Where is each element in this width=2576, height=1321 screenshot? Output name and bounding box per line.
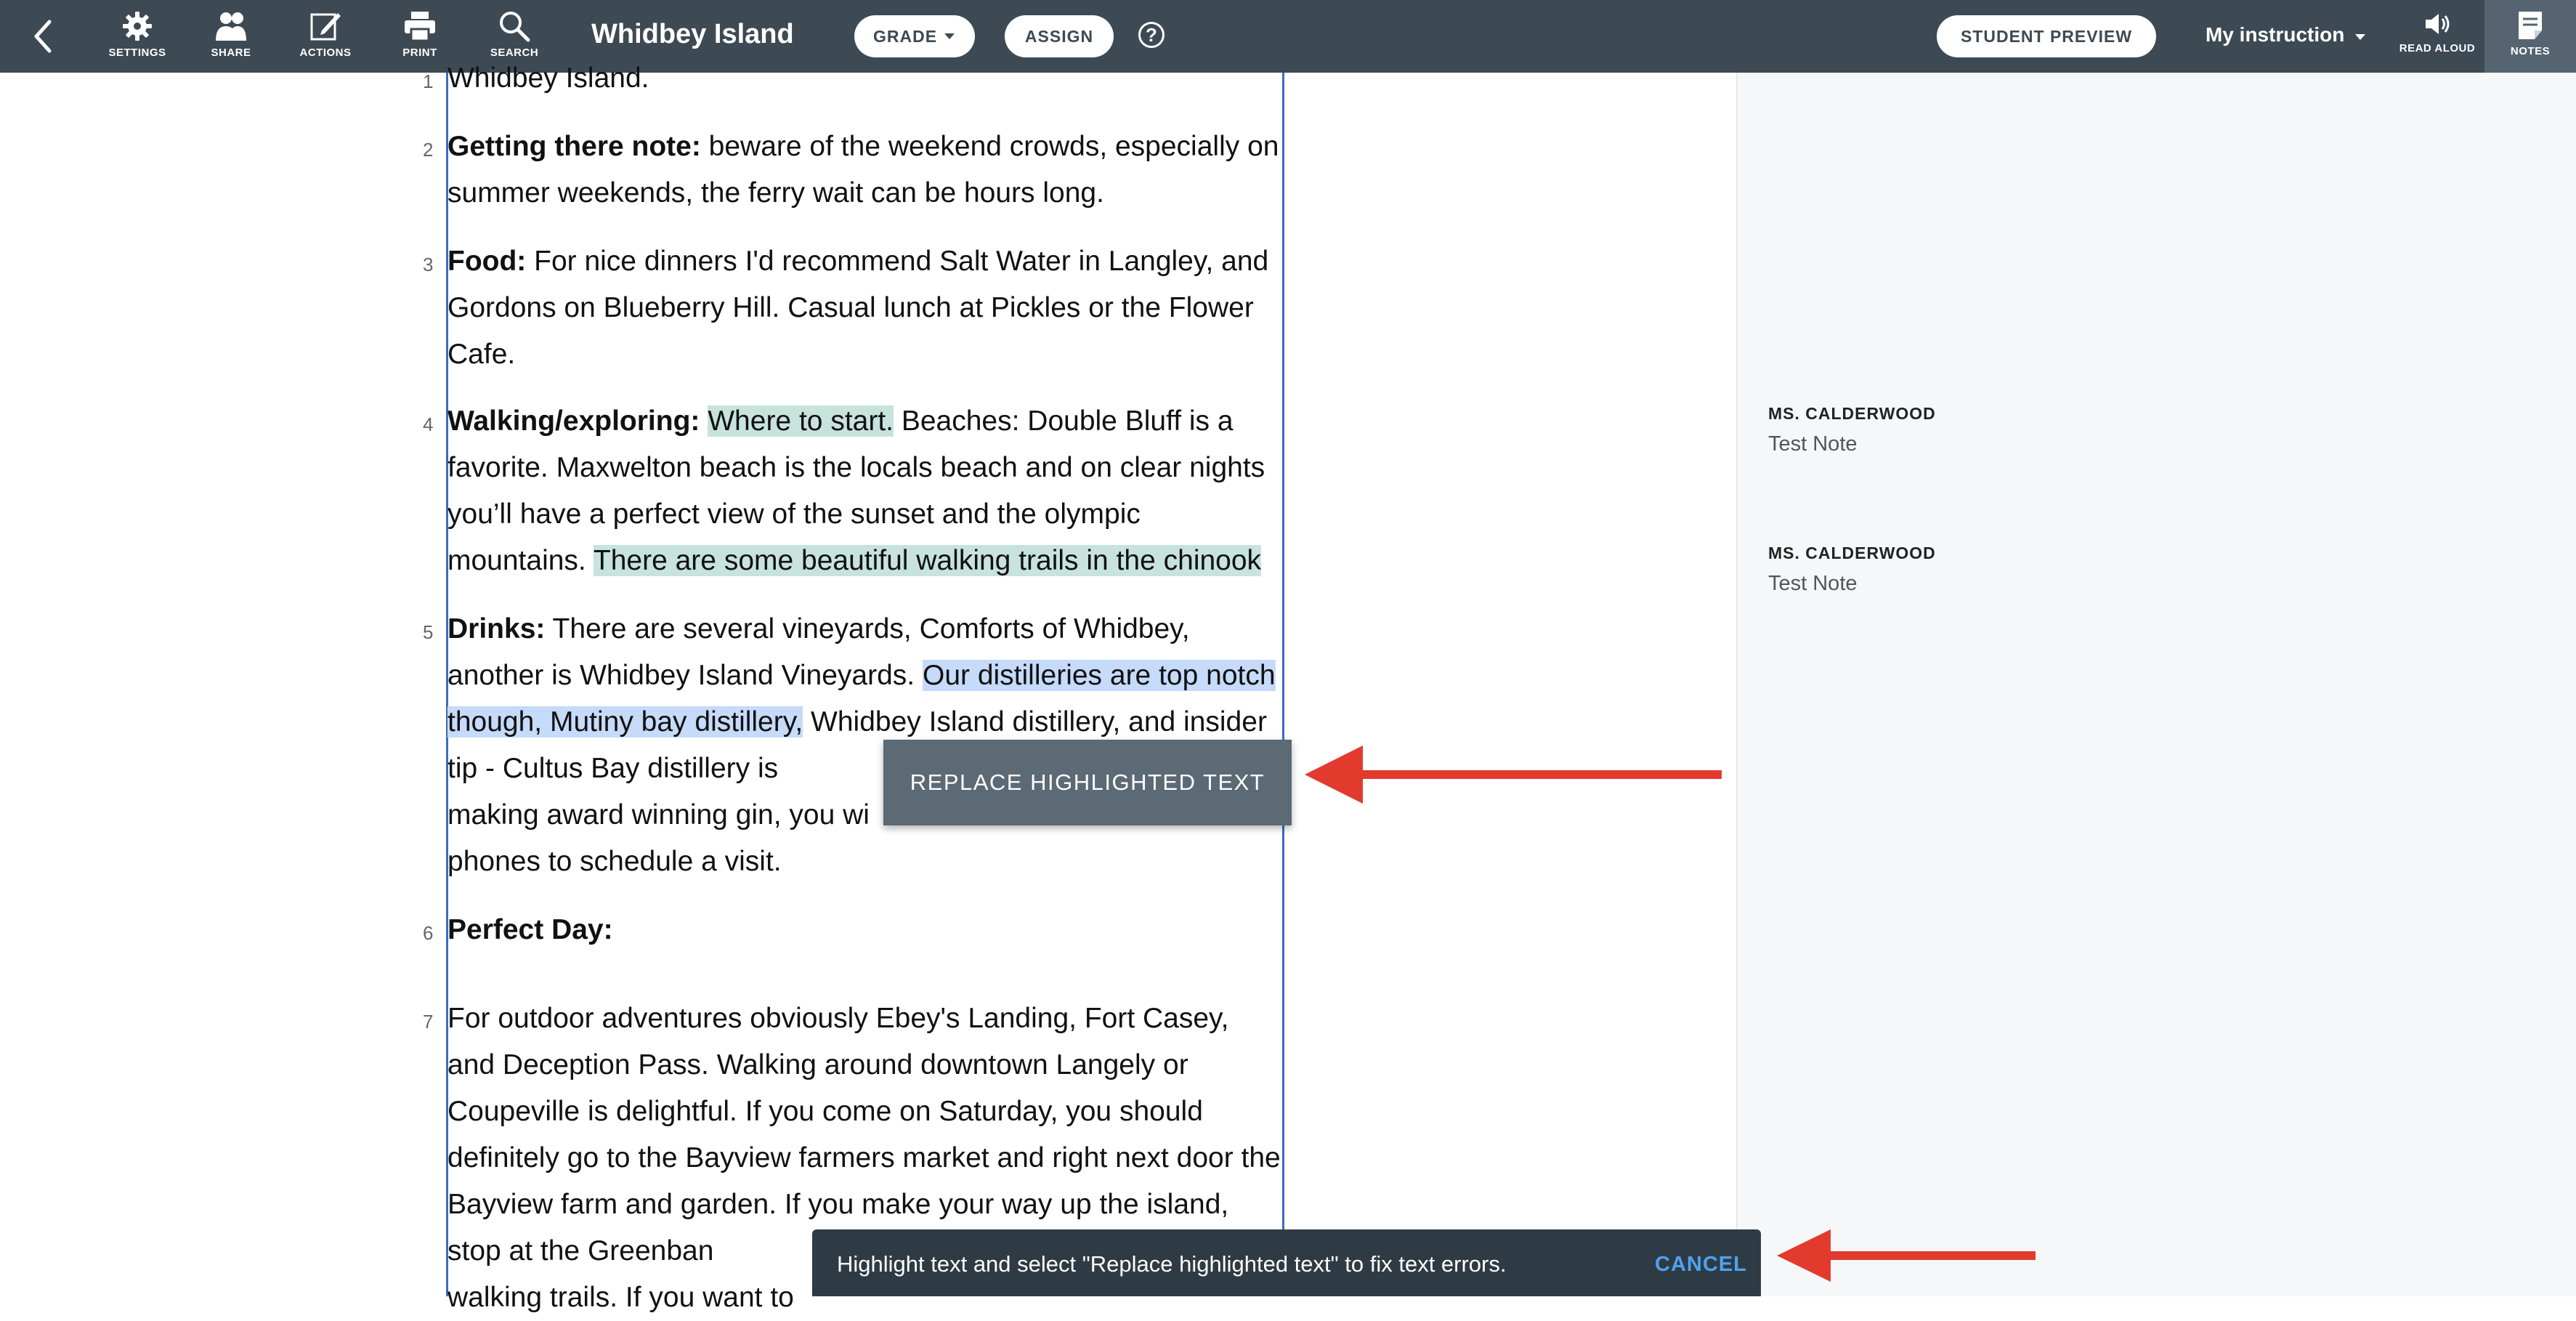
note-author: MS. CALDERWOOD — [1768, 544, 1936, 562]
grade-label: GRADE — [872, 26, 938, 46]
paragraph-heading: Perfect Day: — [447, 914, 613, 945]
replace-highlighted-text-button[interactable]: REPLACE HIGHLIGHTED TEXT — [883, 740, 1292, 825]
green-highlight[interactable]: There are some beautiful walking trails … — [593, 545, 1262, 576]
chevron-left-icon — [34, 20, 52, 53]
note-author: MS. CALDERWOOD — [1768, 404, 1936, 423]
paragraph-heading: Food: — [447, 246, 527, 277]
cancel-button[interactable]: CANCEL — [1655, 1253, 1747, 1277]
line-number: 3 — [423, 254, 434, 275]
line-number: 5 — [423, 621, 434, 643]
note-item[interactable]: MS. CALDERWOOD Test Note — [1768, 544, 1936, 596]
paragraph-6[interactable]: 6 Perfect Day: — [423, 907, 1283, 953]
snackbar-message: Highlight text and select "Replace highl… — [837, 1251, 1507, 1277]
instruction-label: My instruction — [2206, 23, 2345, 46]
back-button[interactable] — [26, 16, 62, 57]
speaker-icon — [2426, 14, 2450, 34]
paragraph-text: making award winning gin, you wi — [447, 799, 870, 831]
settings-label: SETTINGS — [108, 47, 166, 59]
green-highlight[interactable]: Where to start. — [708, 405, 894, 437]
document-title: Whidbey Island — [591, 19, 794, 49]
help-icon: ? — [1146, 23, 1157, 46]
notes-panel — [1736, 73, 2576, 1296]
share-label: SHARE — [211, 47, 251, 59]
paragraph-text: walking trails. If you want to — [447, 1282, 794, 1313]
notes-label: NOTES — [2510, 45, 2551, 57]
paragraph-3[interactable]: 3 Food: For nice dinners I'd recommend Sa… — [423, 238, 1283, 378]
help-button[interactable]: ? — [1138, 22, 1165, 48]
note-text: Test Note — [1768, 572, 1858, 595]
edit-icon — [310, 13, 341, 41]
snackbar: Highlight text and select "Replace highl… — [812, 1229, 1761, 1296]
grade-dropdown[interactable]: GRADE — [854, 15, 975, 57]
notes-button[interactable]: NOTES — [2490, 7, 2570, 65]
caret-down-icon — [2355, 34, 2366, 40]
caret-down-icon — [944, 33, 955, 39]
paragraph-heading: Getting there note: — [447, 131, 701, 162]
assign-label: ASSIGN — [1024, 26, 1094, 46]
paragraph-text: Whidbey Island. — [447, 62, 649, 94]
paragraph-1[interactable]: 1 Whidbey Island. — [423, 55, 1283, 102]
note-item[interactable]: MS. CALDERWOOD Test Note — [1768, 404, 1936, 456]
replace-label: REPLACE HIGHLIGHTED TEXT — [910, 769, 1265, 795]
actions-button[interactable]: ACTIONS — [285, 7, 365, 65]
instruction-dropdown[interactable]: My instruction — [2206, 23, 2366, 47]
paragraph-heading: Walking/exploring: — [447, 405, 700, 437]
paragraph-4[interactable]: 4 Walking/exploring: Where to start. Beac… — [423, 398, 1283, 584]
annotation-arrow-icon — [1305, 746, 1722, 804]
paragraph-text: For nice dinners I'd recommend Salt Wate… — [447, 246, 1269, 370]
line-number: 4 — [423, 413, 434, 435]
search-icon — [500, 12, 530, 42]
paragraph-heading: Drinks: — [447, 613, 546, 645]
line-number: 6 — [423, 922, 434, 944]
line-number: 2 — [423, 139, 434, 161]
printer-icon — [405, 12, 435, 42]
read-aloud-label: READ ALOUD — [2399, 42, 2476, 54]
annotation-arrow-icon — [1777, 1229, 2036, 1282]
top-toolbar: SETTINGS SHARE ACTIONS PRINT SEARCH Whid… — [0, 0, 2576, 73]
line-number: 7 — [423, 1011, 434, 1033]
notes-icon — [2519, 12, 2542, 39]
line-number: 1 — [423, 70, 434, 92]
assign-button[interactable]: ASSIGN — [1005, 15, 1114, 57]
actions-label: ACTIONS — [299, 47, 352, 59]
paragraph-text: phones to schedule a visit. — [447, 846, 782, 877]
note-text: Test Note — [1768, 432, 1858, 456]
gear-icon — [123, 12, 152, 41]
settings-button[interactable]: SETTINGS — [97, 7, 177, 65]
paragraph-2[interactable]: 2 Getting there note: beware of the weeke… — [423, 124, 1283, 217]
people-icon — [216, 12, 246, 41]
student-preview-button[interactable]: STUDENT PREVIEW — [1937, 15, 2156, 57]
read-aloud-button[interactable]: READ ALOUD — [2397, 7, 2477, 65]
share-button[interactable]: SHARE — [191, 7, 271, 65]
paragraph-text: For outdoor adventures obviously Ebey's … — [447, 1003, 1281, 1267]
student-preview-label: STUDENT PREVIEW — [1960, 26, 2133, 46]
